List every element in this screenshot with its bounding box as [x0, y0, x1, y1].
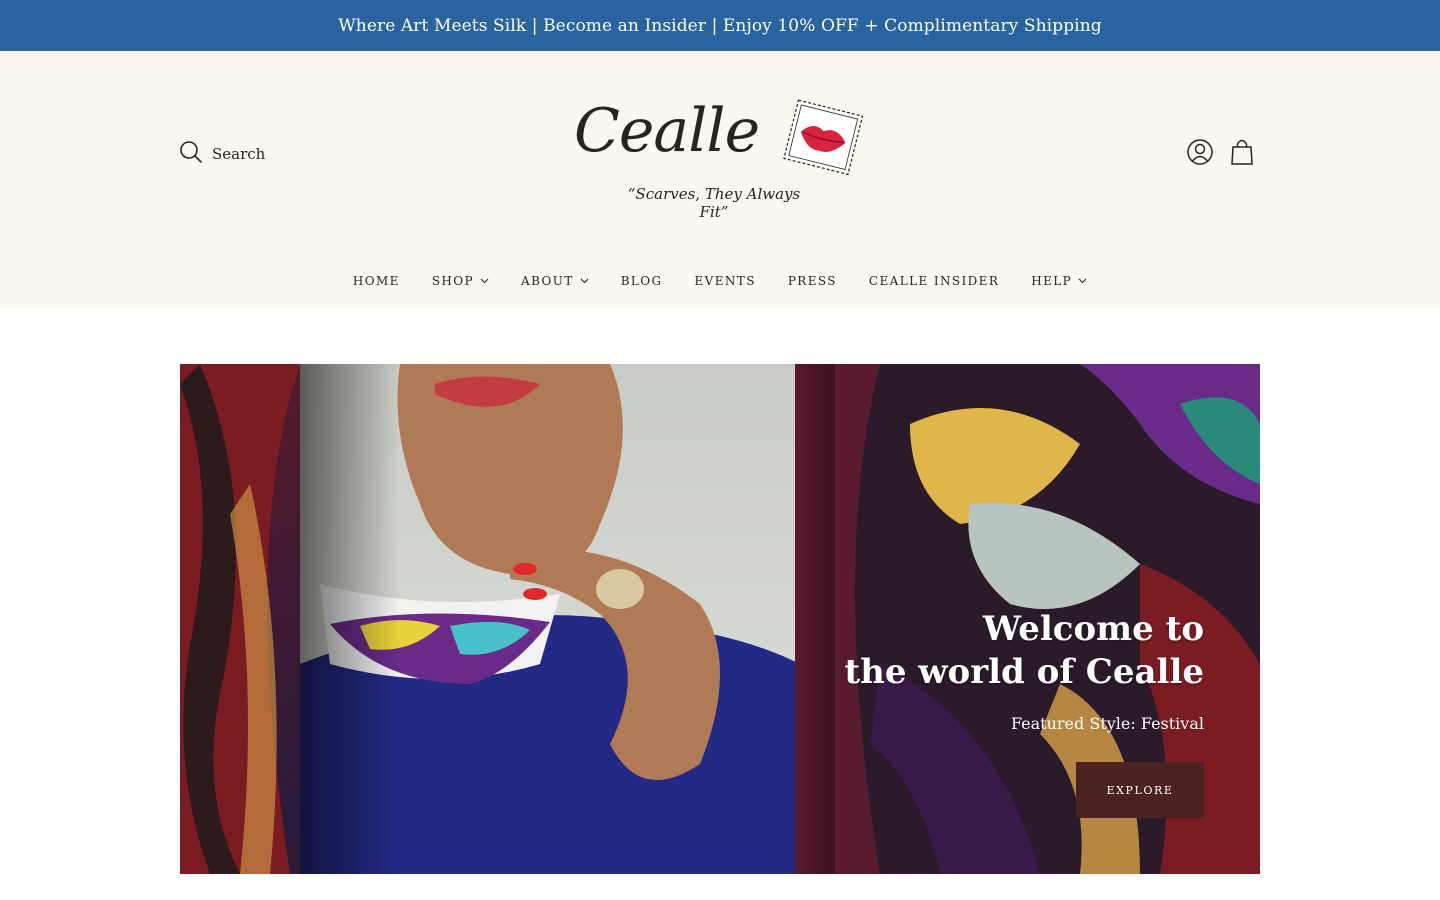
nav-item-label: ABOUT [521, 274, 574, 288]
hero-title-line2: the world of Cealle [844, 652, 1204, 692]
chevron-down-icon [580, 278, 589, 284]
nav-item-label: HOME [352, 274, 400, 288]
nav-item-label: HELP [1031, 274, 1073, 288]
hero-title: Welcome to the world of Cealle [844, 608, 1204, 694]
nav-shop[interactable]: SHOP [416, 274, 505, 288]
nav-press[interactable]: PRESS [772, 274, 853, 288]
search-icon [179, 140, 203, 168]
hero-subtitle: Featured Style: Festival [1010, 714, 1204, 733]
hero-title-line1: Welcome to [982, 609, 1204, 649]
lips-stamp-icon [783, 99, 864, 176]
announcement-text[interactable]: Where Art Meets Silk | Become an Insider… [338, 16, 1102, 36]
nav-help[interactable]: HELP [1015, 274, 1103, 288]
nav-item-label: BLOG [620, 274, 663, 288]
search-label: Search [212, 145, 266, 163]
chevron-down-icon [480, 278, 489, 284]
nav-item-label: SHOP [431, 274, 475, 288]
search-button[interactable]: Search [179, 140, 265, 168]
announcement-bar[interactable]: Where Art Meets Silk | Become an Insider… [0, 0, 1440, 51]
nav-home[interactable]: HOME [337, 274, 416, 288]
logo-wordmark: Cealle [574, 96, 760, 166]
nav-item-label: CEALLE INSIDER [868, 274, 1000, 288]
header-icons [1186, 137, 1256, 167]
site-header: Search Cealle “Scarves, They Always Fit”… [0, 51, 1440, 308]
cart-icon[interactable] [1228, 137, 1256, 167]
hero-banner: Welcome to the world of Cealle Featured … [180, 364, 1260, 874]
logo-tagline: “Scarves, They Always Fit” [627, 185, 801, 221]
nav-cealle-insider[interactable]: CEALLE INSIDER [853, 274, 1015, 288]
account-icon[interactable] [1186, 137, 1214, 167]
nav-item-label: EVENTS [694, 274, 756, 288]
site-logo[interactable]: Cealle “Scarves, They Always Fit” [572, 95, 868, 221]
nav-about[interactable]: ABOUT [505, 274, 605, 288]
main-nav: HOME SHOP ABOUT BLOG EVENTS PRESS CEALLE… [0, 266, 1440, 296]
chevron-down-icon [1078, 278, 1087, 284]
explore-button[interactable]: EXPLORE [1076, 762, 1204, 818]
nav-blog[interactable]: BLOG [605, 274, 679, 288]
nav-events[interactable]: EVENTS [679, 274, 772, 288]
nav-item-label: PRESS [787, 274, 837, 288]
